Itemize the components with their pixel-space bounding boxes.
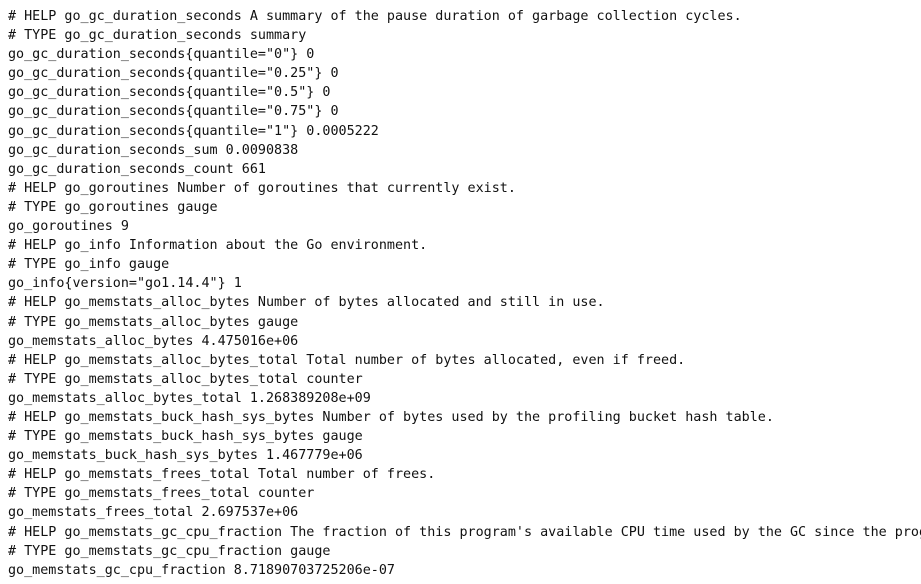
metric-line: go_memstats_alloc_bytes_total 1.26838920… [8,390,371,406]
metric-line: go_memstats_alloc_bytes 4.475016e+06 [8,333,299,349]
metric-line: go_memstats_buck_hash_sys_bytes 1.467779… [8,448,363,464]
metric-line: # HELP go_memstats_frees_total Total num… [8,467,436,483]
metric-line: go_gc_duration_seconds{quantile="1"} 0.0… [8,123,379,139]
metric-line: # TYPE go_memstats_buck_hash_sys_bytes g… [8,429,363,445]
metric-line: # HELP go_goroutines Number of goroutine… [8,180,516,196]
metric-line: go_gc_duration_seconds_count 661 [8,161,266,177]
metric-line: # HELP go_gc_duration_seconds A summary … [8,9,742,24]
metric-line: # HELP go_memstats_alloc_bytes Number of… [8,295,605,311]
metric-line: # TYPE go_goroutines gauge [8,199,218,215]
metric-line: # TYPE go_memstats_frees_total counter [8,486,315,502]
metric-line: go_gc_duration_seconds_sum 0.0090838 [8,142,299,158]
metric-line: go_goroutines 9 [8,219,129,235]
metrics-text-body: # HELP go_gc_duration_seconds A summary … [8,7,921,584]
metric-line: # TYPE go_info gauge [8,257,170,273]
metric-line: go_memstats_gc_cpu_fraction 8.7189070372… [8,562,395,578]
metric-line: go_gc_duration_seconds{quantile="0.75"} … [8,104,339,120]
metric-line: go_gc_duration_seconds{quantile="0"} 0 [8,47,315,63]
metric-line: # HELP go_memstats_alloc_bytes_total Tot… [8,352,686,368]
metric-line: # TYPE go_memstats_alloc_bytes gauge [8,314,299,330]
metric-line: go_gc_duration_seconds{quantile="0.5"} 0 [8,85,331,101]
metric-line: go_gc_duration_seconds{quantile="0.25"} … [8,66,339,82]
metric-line: # HELP go_memstats_gc_cpu_fraction The f… [8,524,921,540]
metric-line: go_memstats_frees_total 2.697537e+06 [8,505,299,521]
metric-line: # TYPE go_memstats_alloc_bytes_total cou… [8,371,363,387]
metric-line: # HELP go_info Information about the Go … [8,238,428,254]
metric-line: # TYPE go_gc_duration_seconds summary [8,28,307,44]
metric-line: # TYPE go_memstats_gc_cpu_fraction gauge [8,543,331,559]
metric-line: go_info{version="go1.14.4"} 1 [8,276,242,292]
metric-line: # HELP go_memstats_buck_hash_sys_bytes N… [8,409,774,425]
